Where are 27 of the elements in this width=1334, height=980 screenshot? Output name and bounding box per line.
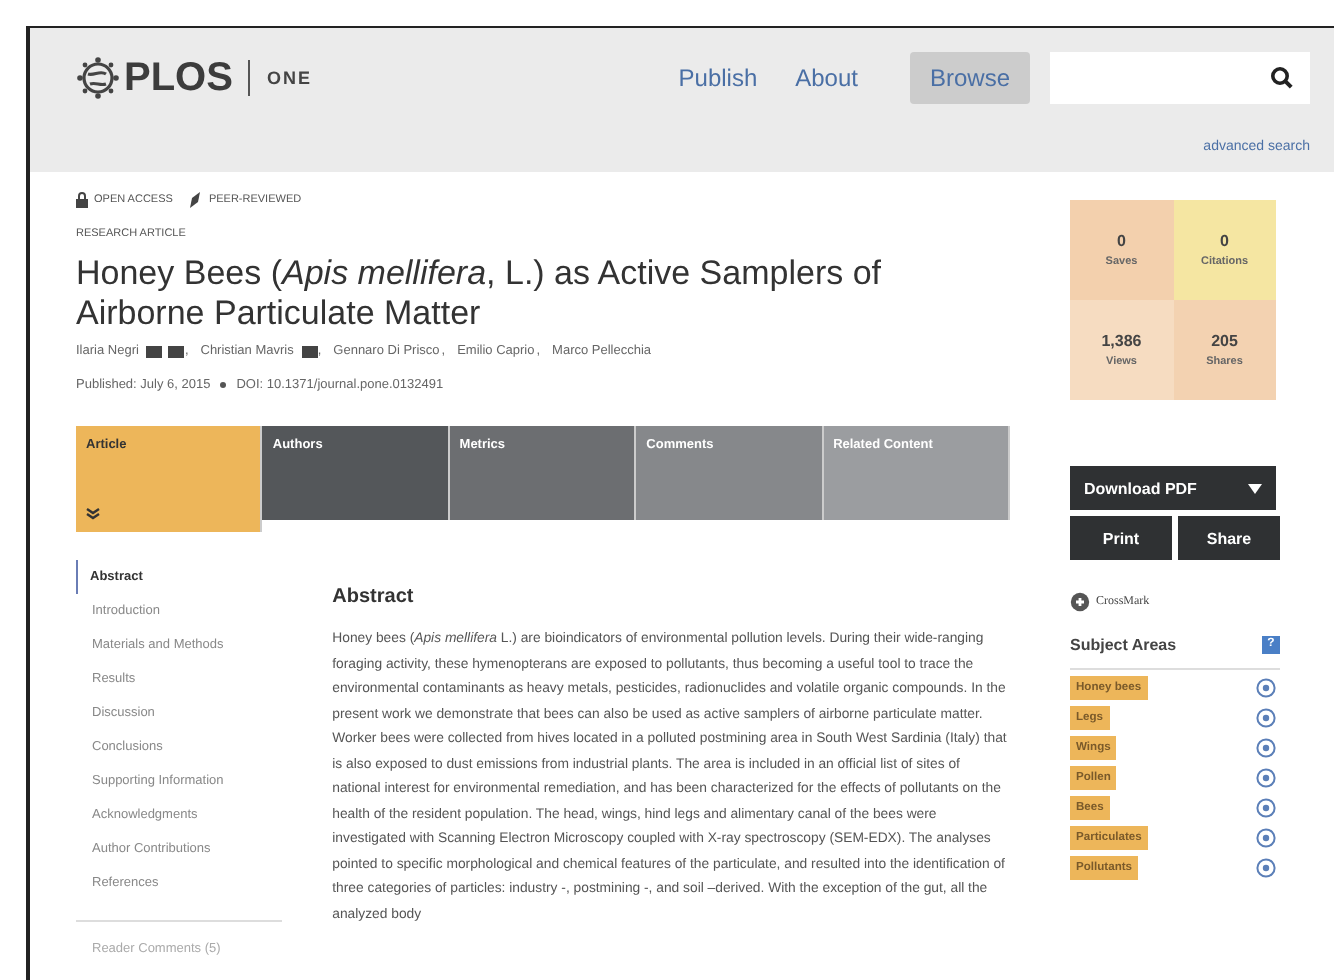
metric-value: 0: [1220, 232, 1229, 250]
nav-link[interactable]: Publish: [662, 52, 774, 104]
subject-areas-title: Subject Areas: [1070, 636, 1177, 654]
download-pdf-button[interactable]: Download PDF: [1070, 466, 1276, 510]
search-field[interactable]: [1050, 52, 1310, 104]
pen-icon: [188, 192, 203, 208]
caret-icon: [1248, 483, 1262, 493]
nav-link[interactable]: About: [779, 52, 874, 104]
email-icon[interactable]: [146, 345, 163, 358]
article-title: Honey Bees (Apis mellifera, L.) as Active Samplers of Airborne Particulate Matter: [76, 254, 884, 335]
contact-icon[interactable]: [168, 345, 185, 358]
metric-value: 205: [1211, 332, 1238, 350]
metric-value: 1,386: [1101, 332, 1142, 350]
search-icon[interactable]: [1270, 66, 1294, 90]
share-button[interactable]: Share: [1178, 516, 1280, 560]
globe-logo-icon: [76, 56, 120, 100]
chevron-down-icon: [86, 508, 100, 521]
print-button[interactable]: Print: [1070, 516, 1172, 560]
abstract-heading: Abstract: [332, 586, 416, 609]
metric-value: 0: [1117, 232, 1126, 250]
crossmark-icon: [1070, 592, 1090, 612]
contact-icon[interactable]: [301, 345, 318, 358]
logo-text[interactable]: PLOS: [124, 55, 233, 101]
nav-link[interactable]: Browse: [909, 52, 1030, 104]
journal-name: ONE: [266, 68, 312, 88]
lock-icon: [76, 192, 88, 208]
bullet-icon: [220, 382, 227, 389]
